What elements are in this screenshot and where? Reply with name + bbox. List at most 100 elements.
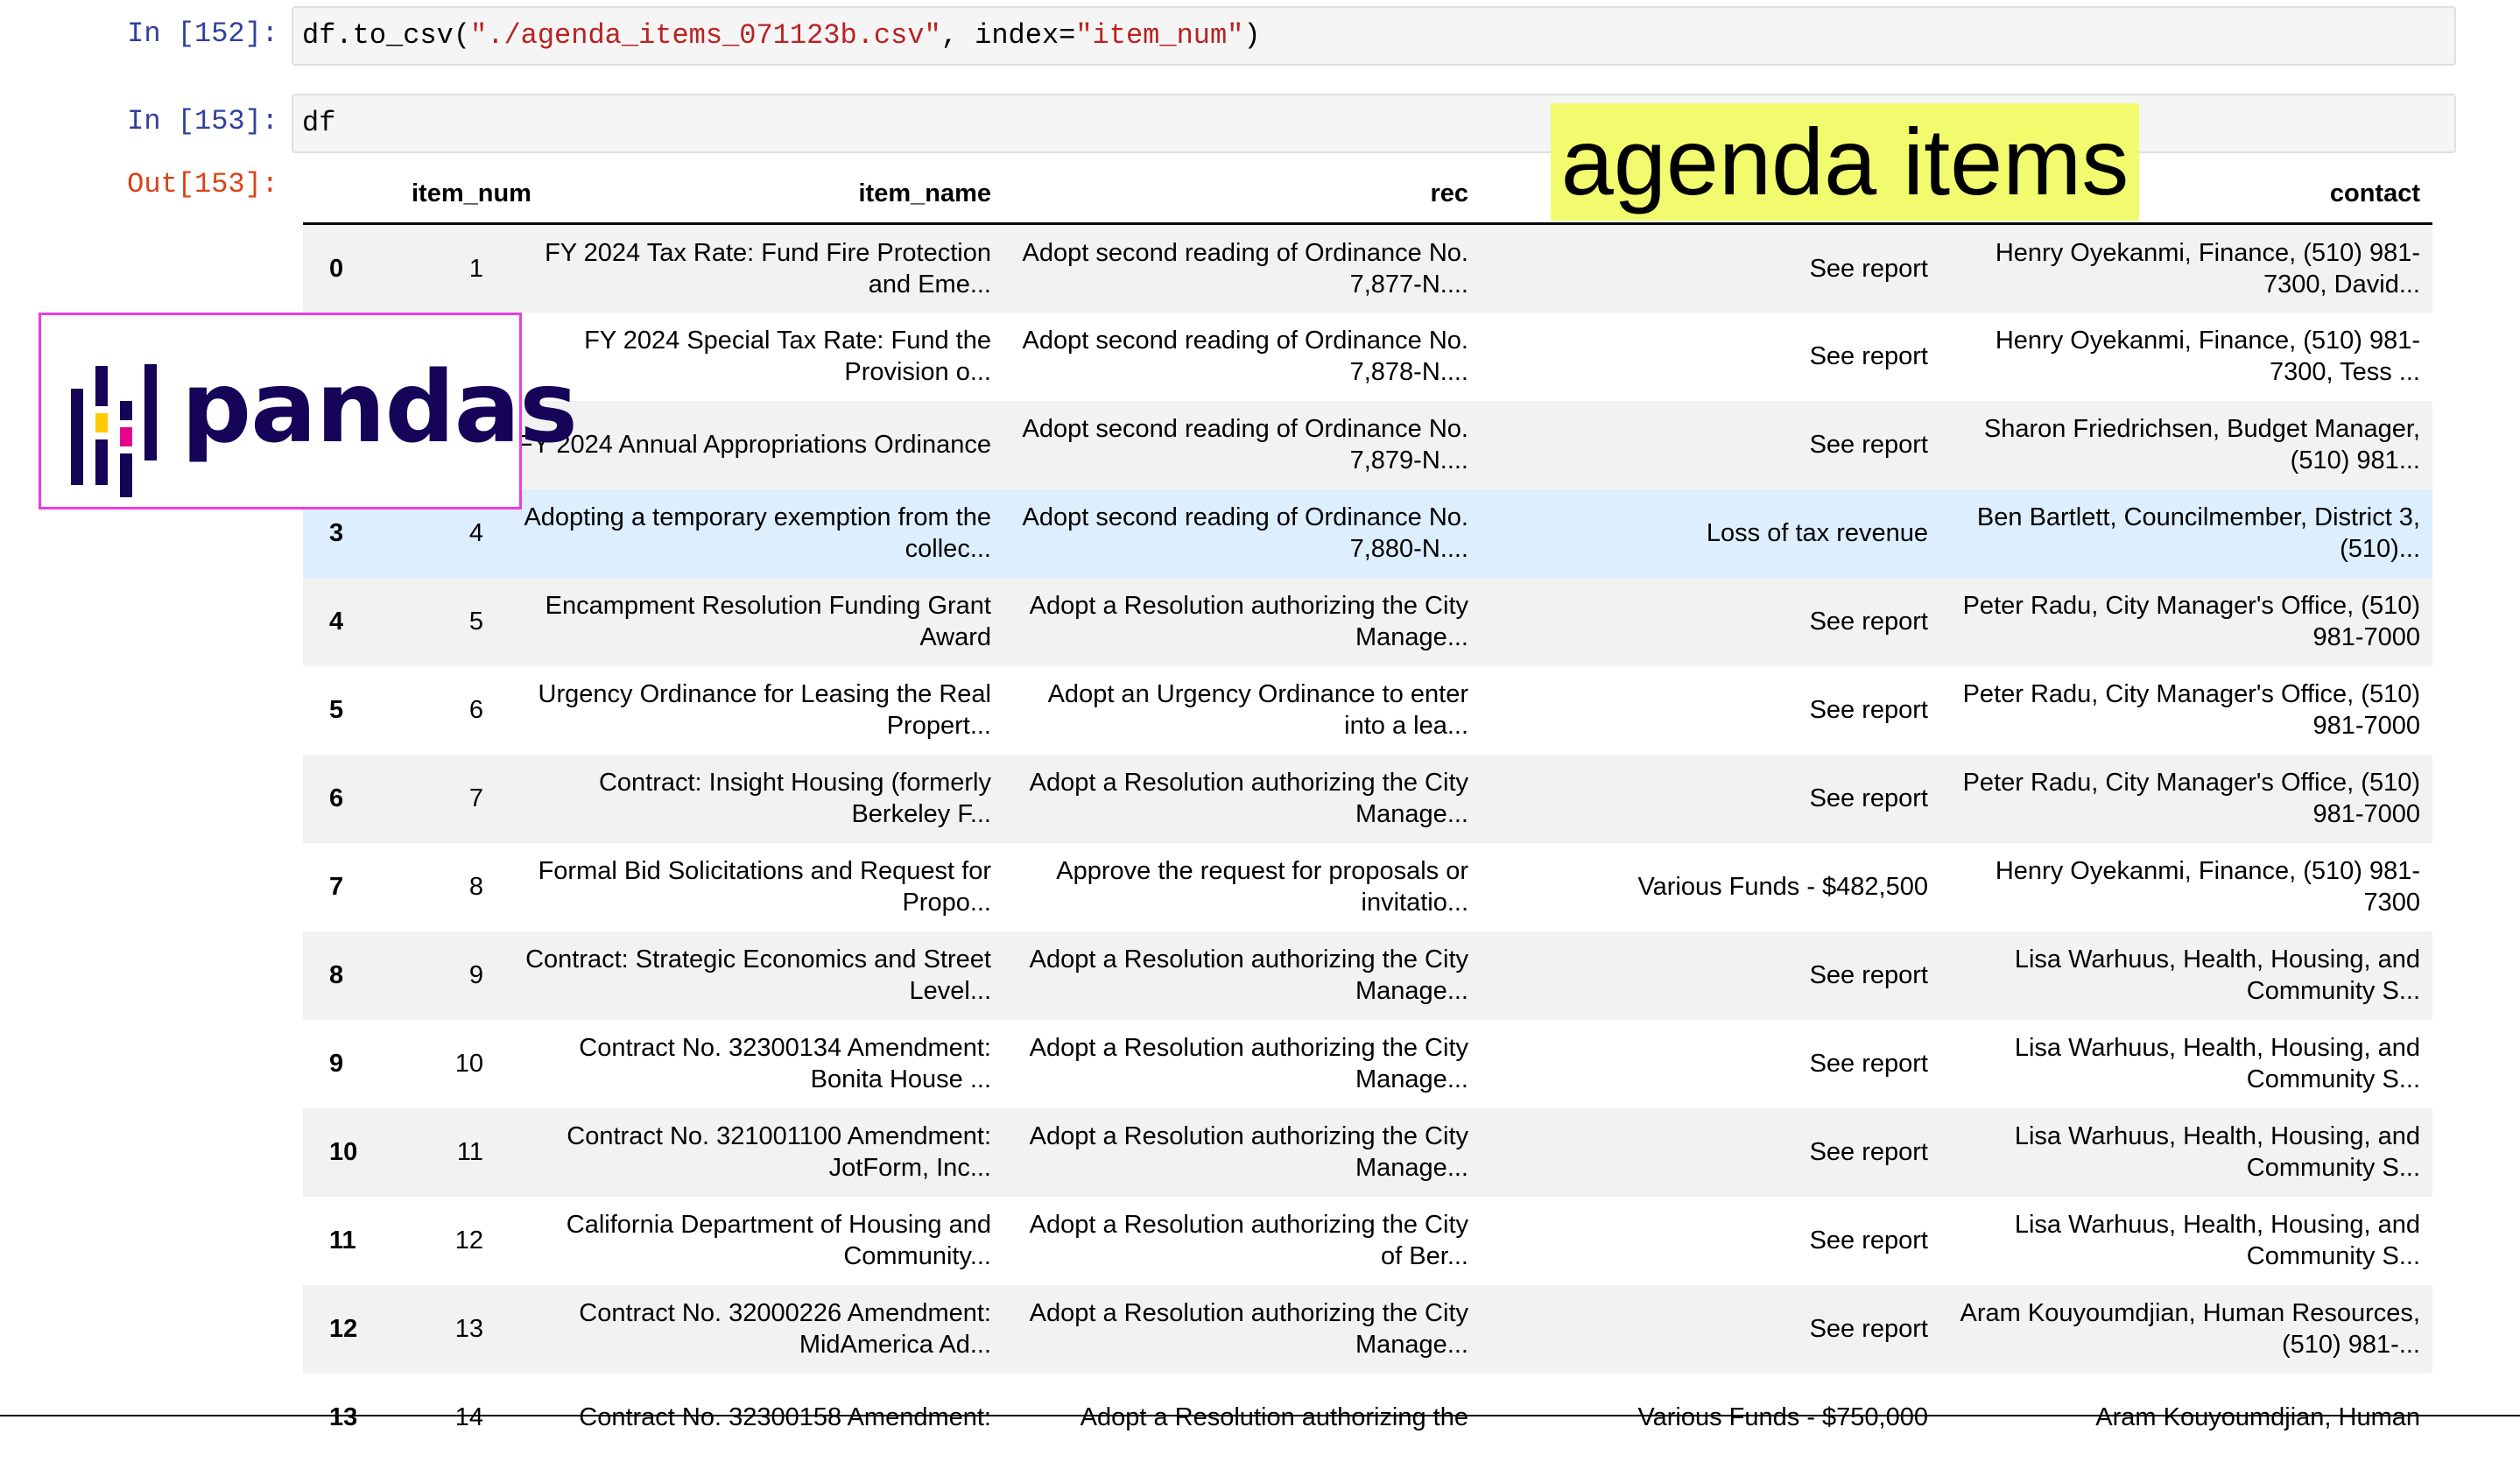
cell-fiscal: See report xyxy=(1809,784,1928,812)
cell-item-num: 7 xyxy=(468,784,483,812)
cell-contact: Sharon Friedrichsen, Budget Manager, (51… xyxy=(1983,415,2420,474)
cell-rec: Adopt a Resolution authorizing the City … xyxy=(1029,1211,1468,1270)
cell-item-num: 8 xyxy=(468,873,483,901)
cell-fiscal: See report xyxy=(1809,254,1928,283)
row-index: 5 xyxy=(329,696,344,724)
cell-item-num: 9 xyxy=(468,961,483,989)
table-row: 9 10 Contract No. 32300134 Amendment: Boni… xyxy=(303,1020,2432,1108)
cell-item-name: FY 2024 Tax Rate: Fund Fire Protection a… xyxy=(545,238,991,299)
row-index: 7 xyxy=(329,873,344,901)
cell-fiscal: See report xyxy=(1809,608,1928,636)
table-row: 6 7 Contract: Insight Housing (formerly Be… xyxy=(303,754,2432,843)
cell-fiscal: See report xyxy=(1809,1315,1928,1343)
cell-rec: Adopt a Resolution authorizing the City … xyxy=(1029,1034,1468,1093)
column-header-rec: rec xyxy=(1003,165,1481,225)
cell-item-num: 14 xyxy=(454,1403,483,1431)
cell-fiscal: See report xyxy=(1809,431,1928,459)
cell-contact: Henry Oyekanmi, Finance, (510) 981-7300 xyxy=(1995,857,2420,917)
code-token: , index= xyxy=(940,19,1076,52)
table-row: 8 9 Contract: Strategic Economics and Stre… xyxy=(303,931,2432,1020)
code-cell-152[interactable]: df.to_csv("./agenda_items_071123b.csv", … xyxy=(292,6,2456,66)
cell-rec: Adopt a Resolution authorizing the City … xyxy=(1029,945,1468,1005)
row-index: 11 xyxy=(329,1227,356,1255)
cell-fiscal: See report xyxy=(1809,1227,1928,1255)
cell-item-num: 13 xyxy=(454,1315,483,1343)
table-body: 0 1 FY 2024 Tax Rate: Fund Fire Protection… xyxy=(303,223,2432,1462)
cell-fiscal: Various Funds - $482,500 xyxy=(1637,873,1928,901)
cell-item-name: Formal Bid Solicitations and Request for… xyxy=(538,857,991,917)
cell-contact: Peter Radu, City Manager's Office, (510)… xyxy=(1962,592,2420,651)
cell-item-num: 10 xyxy=(454,1050,483,1078)
cell-item-name: Contract No. 32300134 Amendment: Bonita … xyxy=(579,1034,991,1093)
cell-contact: Henry Oyekanmi, Finance, (510) 981-7300,… xyxy=(1995,238,2420,299)
table-row: 11 12 California Department of Housing and… xyxy=(303,1197,2432,1285)
cell-rec: Adopt second reading of Ordinance No. 7,… xyxy=(1022,327,1468,386)
output-prompt-153: Out[153]: xyxy=(127,168,278,200)
cell-fiscal: See report xyxy=(1809,1050,1928,1078)
table-row: 0 1 FY 2024 Tax Rate: Fund Fire Protection… xyxy=(303,223,2432,313)
cell-contact: Peter Radu, City Manager's Office, (510)… xyxy=(1962,680,2420,740)
cell-item-name: Encampment Resolution Funding Grant Awar… xyxy=(545,592,991,651)
row-index: 8 xyxy=(329,961,344,989)
table-row: 7 8 Formal Bid Solicitations and Request f… xyxy=(303,843,2432,931)
cell-item-name: Contract: Insight Housing (formerly Berk… xyxy=(598,769,991,828)
cell-rec: Adopt second reading of Ordinance No. 7,… xyxy=(1022,503,1468,563)
pandas-logo: pandas xyxy=(39,313,578,510)
input-prompt-152: In [152]: xyxy=(127,18,278,50)
code-string: "./agenda_items_071123b.csv" xyxy=(470,19,941,52)
cell-fiscal: See report xyxy=(1809,342,1928,370)
table-row: 5 6 Urgency Ordinance for Leasing the Real… xyxy=(303,666,2432,755)
row-index: 10 xyxy=(329,1138,358,1166)
row-index: 4 xyxy=(329,608,344,636)
column-header-index xyxy=(303,165,399,225)
cell-contact: Aram Kouyoumdjian, Human Resources, (510… xyxy=(1960,1299,2420,1359)
agenda-items-label: agenda items xyxy=(1551,103,2139,221)
input-prompt-153: In [153]: xyxy=(127,105,278,137)
table-row: 13 14 Contract No. 32300158 Amendment: Adop… xyxy=(303,1374,2432,1462)
cell-rec: Adopt a Resolution authorizing the City … xyxy=(1029,592,1468,651)
cell-item-num: 12 xyxy=(454,1227,483,1255)
table-row: 4 5 Encampment Resolution Funding Grant Aw… xyxy=(303,577,2432,666)
code-token: ) xyxy=(1243,19,1261,52)
cell-item-num: 11 xyxy=(456,1138,483,1166)
row-index: 6 xyxy=(329,784,344,812)
row-index: 0 xyxy=(329,254,344,283)
cell-rec: Adopt a Resolution authorizing the City … xyxy=(1029,1122,1468,1182)
cell-rec: Approve the request for proposals or inv… xyxy=(1056,857,1468,917)
table-row: 23FY 2024 Annual Appropriations Ordinanc… xyxy=(303,400,2432,489)
cell-fiscal: Loss of tax revenue xyxy=(1706,519,1928,547)
cell-rec: Adopt a Resolution authorizing the City … xyxy=(1029,1299,1468,1359)
cell-fiscal: See report xyxy=(1809,961,1928,989)
dataframe-table: item_num item_name rec contact 0 1 FY 2024… xyxy=(303,165,2432,1462)
cell-item-name: California Department of Housing and Com… xyxy=(566,1211,991,1270)
column-header-item-name: item_name xyxy=(496,165,1003,225)
table-row: 10 11 Contract No. 321001100 Amendment: Jo… xyxy=(303,1107,2432,1197)
row-index: 13 xyxy=(329,1403,358,1431)
cell-rec: Adopt second reading of Ordinance No. 7,… xyxy=(1022,415,1468,474)
code-string: "item_num" xyxy=(1075,19,1244,52)
code-token: df.to_csv( xyxy=(302,19,471,52)
cell-contact: Peter Radu, City Manager's Office, (510)… xyxy=(1962,769,2420,828)
cell-contact: Lisa Warhuus, Health, Housing, and Commu… xyxy=(2014,1122,2420,1182)
row-index: 9 xyxy=(329,1050,344,1078)
pandas-logo-text: pandas xyxy=(181,351,578,465)
cell-contact: Aram Kouyoumdjian, Human xyxy=(2095,1403,2420,1431)
cell-fiscal: See report xyxy=(1809,1138,1928,1166)
cell-item-num: 6 xyxy=(468,696,483,724)
table-row: 3 4 Adopting a temporary exemption from th… xyxy=(303,489,2432,578)
cell-rec: Adopt an Urgency Ordinance to enter into… xyxy=(1047,680,1468,740)
cell-item-name: Adopting a temporary exemption from the … xyxy=(524,503,991,563)
table-row: 12 13 Contract No. 32000226 Amendment: Mid… xyxy=(303,1284,2432,1374)
cell-rec: Adopt a Resolution authorizing the City … xyxy=(1029,769,1468,828)
dataframe-output: item_num item_name rec contact 0 1 FY 2024… xyxy=(303,165,2432,1462)
cell-contact: Ben Bartlett, Councilmember, District 3,… xyxy=(1976,503,2420,563)
cell-contact: Henry Oyekanmi, Finance, (510) 981-7300,… xyxy=(1995,327,2420,386)
column-header-item-num: item_num xyxy=(399,165,531,225)
cell-contact: Lisa Warhuus, Health, Housing, and Commu… xyxy=(2014,1034,2420,1093)
pandas-logo-icon xyxy=(71,364,157,497)
cell-item-name: Contract No. 321001100 Amendment: JotFor… xyxy=(567,1122,991,1182)
cell-item-name: Contract: Strategic Economics and Street… xyxy=(525,945,991,1005)
cell-rec: Adopt a Resolution authorizing the xyxy=(1080,1403,1468,1431)
cell-item-num: 5 xyxy=(468,608,483,636)
table-row: 12FY 2024 Special Tax Rate: Fund the Pro… xyxy=(303,313,2432,401)
